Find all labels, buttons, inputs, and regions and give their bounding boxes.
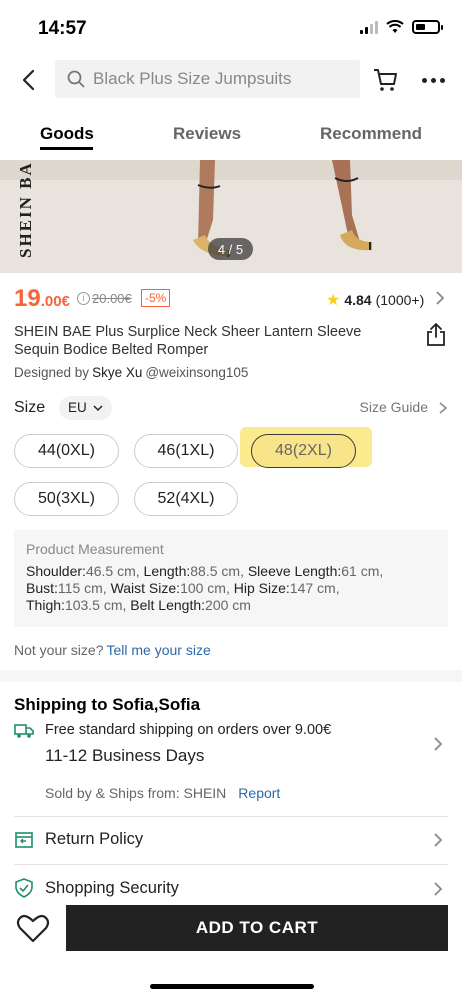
status-icons	[360, 20, 443, 34]
fit-prompt: Not your size? Tell me your size	[14, 642, 211, 658]
size-region-value: EU	[68, 400, 87, 415]
rating-score: 4.84	[344, 292, 372, 308]
seller-info: Sold by & Ships from: SHEIN Report	[45, 785, 280, 801]
size-region-select[interactable]: EU	[59, 396, 112, 420]
measurement-values: Shoulder:46.5 cm, Length:88.5 cm, Sleeve…	[26, 563, 384, 613]
chevron-right-icon[interactable]	[434, 290, 446, 306]
shield-check-icon	[15, 878, 33, 898]
shipping-title: Shipping to Sofia,Sofia	[14, 695, 201, 714]
shopping-security-label: Shopping Security	[45, 879, 179, 897]
designer-handle[interactable]: @weixinsong105	[145, 365, 248, 380]
sold-by-text: Sold by & Ships from: SHEIN	[45, 785, 227, 801]
search-input[interactable]: Black Plus Size Jumpsuits	[55, 60, 360, 98]
size-option-46[interactable]: 46(1XL)	[134, 434, 238, 468]
delivery-days: 11-12 Business Days	[45, 746, 205, 765]
tab-recommend[interactable]: Recommend	[320, 124, 422, 144]
share-icon[interactable]	[424, 322, 448, 348]
chevron-right-icon	[434, 882, 443, 896]
info-icon[interactable]: i	[77, 292, 90, 305]
active-tab-indicator	[40, 147, 93, 150]
rating-summary[interactable]: ★ 4.84 (1000+)	[326, 290, 424, 310]
fit-question: Not your size?	[14, 642, 104, 658]
status-bar: 14:57	[0, 0, 462, 58]
add-to-cart-button[interactable]: ADD TO CART	[66, 905, 448, 951]
chevron-right-icon[interactable]	[438, 401, 448, 415]
size-guide-link[interactable]: Size Guide	[360, 399, 428, 415]
price-row: 19.00€ i 20.00€ -5% ★ 4.84 (1000+)	[14, 285, 448, 315]
battery-icon	[412, 20, 443, 34]
bottom-action-bar: ADD TO CART	[0, 899, 462, 999]
size-row: Size EU Size Guide	[14, 396, 448, 422]
size-option-44[interactable]: 44(0XL)	[14, 434, 119, 468]
back-arrow-icon[interactable]	[16, 66, 44, 94]
size-label: Size	[14, 399, 46, 416]
size-option-50[interactable]: 50(3XL)	[14, 482, 119, 516]
cart-icon[interactable]	[372, 66, 400, 94]
svg-text:SHEIN BA: SHEIN BA	[16, 161, 35, 258]
shein-bae-logo: SHEIN BA	[16, 161, 35, 258]
nav-bar: Black Plus Size Jumpsuits	[0, 58, 462, 102]
home-indicator	[150, 984, 314, 989]
product-measurement: Product Measurement Shoulder:46.5 cm, Le…	[14, 530, 448, 627]
report-link[interactable]: Report	[238, 785, 280, 801]
chevron-right-icon	[434, 833, 443, 847]
free-shipping-text: Free standard shipping on orders over 9.…	[45, 722, 332, 738]
return-box-icon	[15, 832, 33, 848]
original-price: 20.00€	[92, 291, 132, 306]
size-option-52[interactable]: 52(4XL)	[134, 482, 238, 516]
tab-reviews[interactable]: Reviews	[173, 124, 241, 144]
truck-icon	[14, 724, 34, 738]
star-icon: ★	[326, 292, 341, 309]
measurement-title: Product Measurement	[26, 541, 164, 557]
tell-me-size-link[interactable]: Tell me your size	[106, 642, 210, 658]
cellular-signal-icon	[360, 20, 378, 34]
rating-count: (1000+)	[375, 292, 425, 308]
return-policy-row[interactable]: Return Policy	[0, 817, 462, 863]
chevron-right-icon[interactable]	[432, 736, 444, 752]
status-time: 14:57	[38, 18, 87, 39]
size-option-48[interactable]: 48(2XL)	[251, 434, 356, 468]
designed-by-label: Designed by	[14, 365, 90, 380]
current-price: 19.00€	[14, 285, 70, 312]
heart-icon[interactable]	[16, 913, 50, 945]
more-options-icon[interactable]	[420, 66, 446, 94]
tab-goods[interactable]: Goods	[40, 124, 94, 144]
designer-info: Designed by Skye Xu @weixinsong105	[14, 365, 248, 380]
search-placeholder: Black Plus Size Jumpsuits	[93, 69, 292, 88]
return-policy-label: Return Policy	[45, 830, 144, 848]
search-icon	[67, 70, 85, 88]
designer-name[interactable]: Skye Xu	[92, 365, 142, 380]
section-divider	[0, 670, 462, 682]
image-counter: 4 / 5	[208, 238, 253, 260]
wifi-icon	[386, 20, 404, 33]
discount-badge: -5%	[141, 289, 171, 307]
product-title: SHEIN BAE Plus Surplice Neck Sheer Lante…	[14, 324, 362, 358]
chevron-down-icon	[93, 405, 103, 412]
